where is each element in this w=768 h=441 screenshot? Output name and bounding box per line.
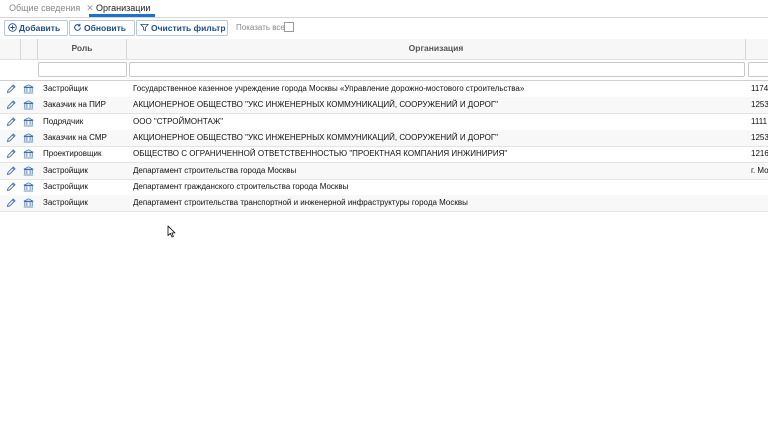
clear-filter-button-label: Очистить фильтр <box>151 23 226 33</box>
pencil-icon <box>6 182 16 191</box>
row-role: Застройщик <box>43 198 88 208</box>
bank-icon <box>23 149 34 159</box>
pencil-icon <box>6 198 16 208</box>
filter-icon <box>140 24 149 32</box>
role-filter-input[interactable] <box>38 62 127 77</box>
row-role: Застройщик <box>43 84 88 93</box>
table-row[interactable]: Подрядчик ООО "СТРОЙМОНТАЖ" 1111 <box>0 114 768 131</box>
row-extra: 1111 <box>751 116 768 126</box>
header-role-label: Роль <box>71 43 93 53</box>
row-organization: Департамент строительства транспортной и… <box>133 198 468 208</box>
bank-icon <box>23 116 34 126</box>
table-row[interactable]: Застройщик Департамент строительства тран… <box>0 195 768 213</box>
row-extra: г. Мо <box>751 165 768 175</box>
pencil-icon <box>6 165 16 175</box>
organization-card-button[interactable] <box>23 97 35 113</box>
row-role: Застройщик <box>43 181 88 191</box>
bank-icon <box>23 165 34 175</box>
pencil-icon <box>6 149 16 159</box>
pencil-icon <box>6 116 16 126</box>
edit-row-button[interactable] <box>6 81 18 97</box>
mouse-cursor-icon <box>167 225 176 238</box>
row-extra: 1253 <box>751 132 768 142</box>
clear-filter-button[interactable]: Очистить фильтр <box>136 20 228 36</box>
row-extra: 1174 <box>751 84 768 93</box>
row-organization: АКЦИОНЕРНОЕ ОБЩЕСТВО "УКС ИНЖЕНЕРНЫХ КОМ… <box>133 132 498 142</box>
organization-card-button[interactable] <box>23 81 35 97</box>
tab-general-label: Общие сведения <box>9 3 81 13</box>
header-role[interactable]: Роль <box>38 39 127 60</box>
row-extra <box>751 195 768 211</box>
row-organization: Государственное казенное учреждение горо… <box>133 84 525 93</box>
header-organization-label: Организация <box>408 43 464 53</box>
row-role: Проектировщик <box>43 149 102 159</box>
show-all-checkbox[interactable] <box>284 22 294 32</box>
row-organization: ООО "СТРОЙМОНТАЖ" <box>133 116 224 126</box>
row-organization: АКЦИОНЕРНОЕ ОБЩЕСТВО "УКС ИНЖЕНЕРНЫХ КОМ… <box>133 100 498 110</box>
organization-card-button[interactable] <box>23 130 35 146</box>
row-role: Застройщик <box>43 165 88 175</box>
tab-bar: Общие сведения ✕ Организации <box>0 0 768 18</box>
refresh-button-label: Обновить <box>84 23 127 33</box>
edit-row-button[interactable] <box>6 179 18 195</box>
table-row[interactable]: Проектировщик ОБЩЕСТВО С ОГРАНИЧЕННОЙ ОТВ… <box>0 146 768 164</box>
close-icon[interactable]: ✕ <box>86 3 94 13</box>
bank-icon <box>23 133 34 143</box>
organization-card-button[interactable] <box>23 114 35 130</box>
edit-row-button[interactable] <box>6 130 18 146</box>
pencil-icon <box>6 84 16 94</box>
header-organization[interactable]: Организация <box>127 39 746 60</box>
edit-row-button[interactable] <box>6 163 18 179</box>
extra-filter-input[interactable] <box>748 62 768 77</box>
active-tab-indicator <box>89 14 155 17</box>
row-organization: Департамент гражданского строительства г… <box>133 181 349 191</box>
header-extra[interactable] <box>746 39 768 60</box>
show-all-label: Показать все: <box>236 23 288 32</box>
table-row[interactable]: Застройщик Департамент строительства горо… <box>0 162 768 180</box>
row-role: Подрядчик <box>43 116 84 126</box>
filter-row <box>0 60 768 81</box>
edit-row-button[interactable] <box>6 195 18 211</box>
table-row[interactable]: Застройщик Государственное казенное учреж… <box>0 81 768 98</box>
row-organization: Департамент строительства города Москвы <box>133 165 297 175</box>
organization-card-button[interactable] <box>23 195 35 211</box>
tab-general[interactable]: Общие сведения ✕ <box>9 3 94 14</box>
row-extra <box>751 179 768 195</box>
row-role: Заказчик на СМР <box>43 132 107 142</box>
organization-card-button[interactable] <box>23 179 35 195</box>
pencil-icon <box>6 100 16 110</box>
organization-filter-input[interactable] <box>129 62 745 77</box>
tab-organizations-label: Организации <box>96 3 151 13</box>
refresh-button[interactable]: Обновить <box>69 20 135 36</box>
bank-icon <box>23 198 34 208</box>
add-button-label: Добавить <box>19 23 61 33</box>
table-row[interactable]: Застройщик Департамент гражданского строи… <box>0 179 768 196</box>
header-icon <box>21 39 38 60</box>
bank-icon <box>23 182 34 192</box>
bank-icon <box>23 84 34 94</box>
organization-card-button[interactable] <box>23 146 35 162</box>
row-role: Заказчик на ПИР <box>43 100 107 110</box>
table-row[interactable]: Заказчик на ПИР АКЦИОНЕРНОЕ ОБЩЕСТВО "УКС… <box>0 97 768 115</box>
add-button[interactable]: Добавить <box>4 20 68 36</box>
row-extra: 1216 <box>751 149 768 159</box>
plus-circle-icon <box>8 23 17 32</box>
organization-card-button[interactable] <box>23 163 35 179</box>
tab-organizations[interactable]: Организации <box>96 3 150 13</box>
bank-icon <box>23 100 34 110</box>
edit-row-button[interactable] <box>6 114 18 130</box>
row-organization: ОБЩЕСТВО С ОГРАНИЧЕННОЙ ОТВЕТСТВЕННОСТЬЮ… <box>133 149 508 159</box>
toolbar: Добавить Обновить Очистить фильтр Показа… <box>0 20 768 38</box>
header-edit <box>0 39 21 60</box>
row-extra: 1253 <box>751 100 768 110</box>
edit-row-button[interactable] <box>6 97 18 113</box>
refresh-icon <box>74 24 81 32</box>
pencil-icon <box>6 133 16 142</box>
edit-row-button[interactable] <box>6 146 18 162</box>
show-all-toggle: Показать все: <box>236 22 294 32</box>
table-row[interactable]: Заказчик на СМР АКЦИОНЕРНОЕ ОБЩЕСТВО "УКС… <box>0 129 768 147</box>
